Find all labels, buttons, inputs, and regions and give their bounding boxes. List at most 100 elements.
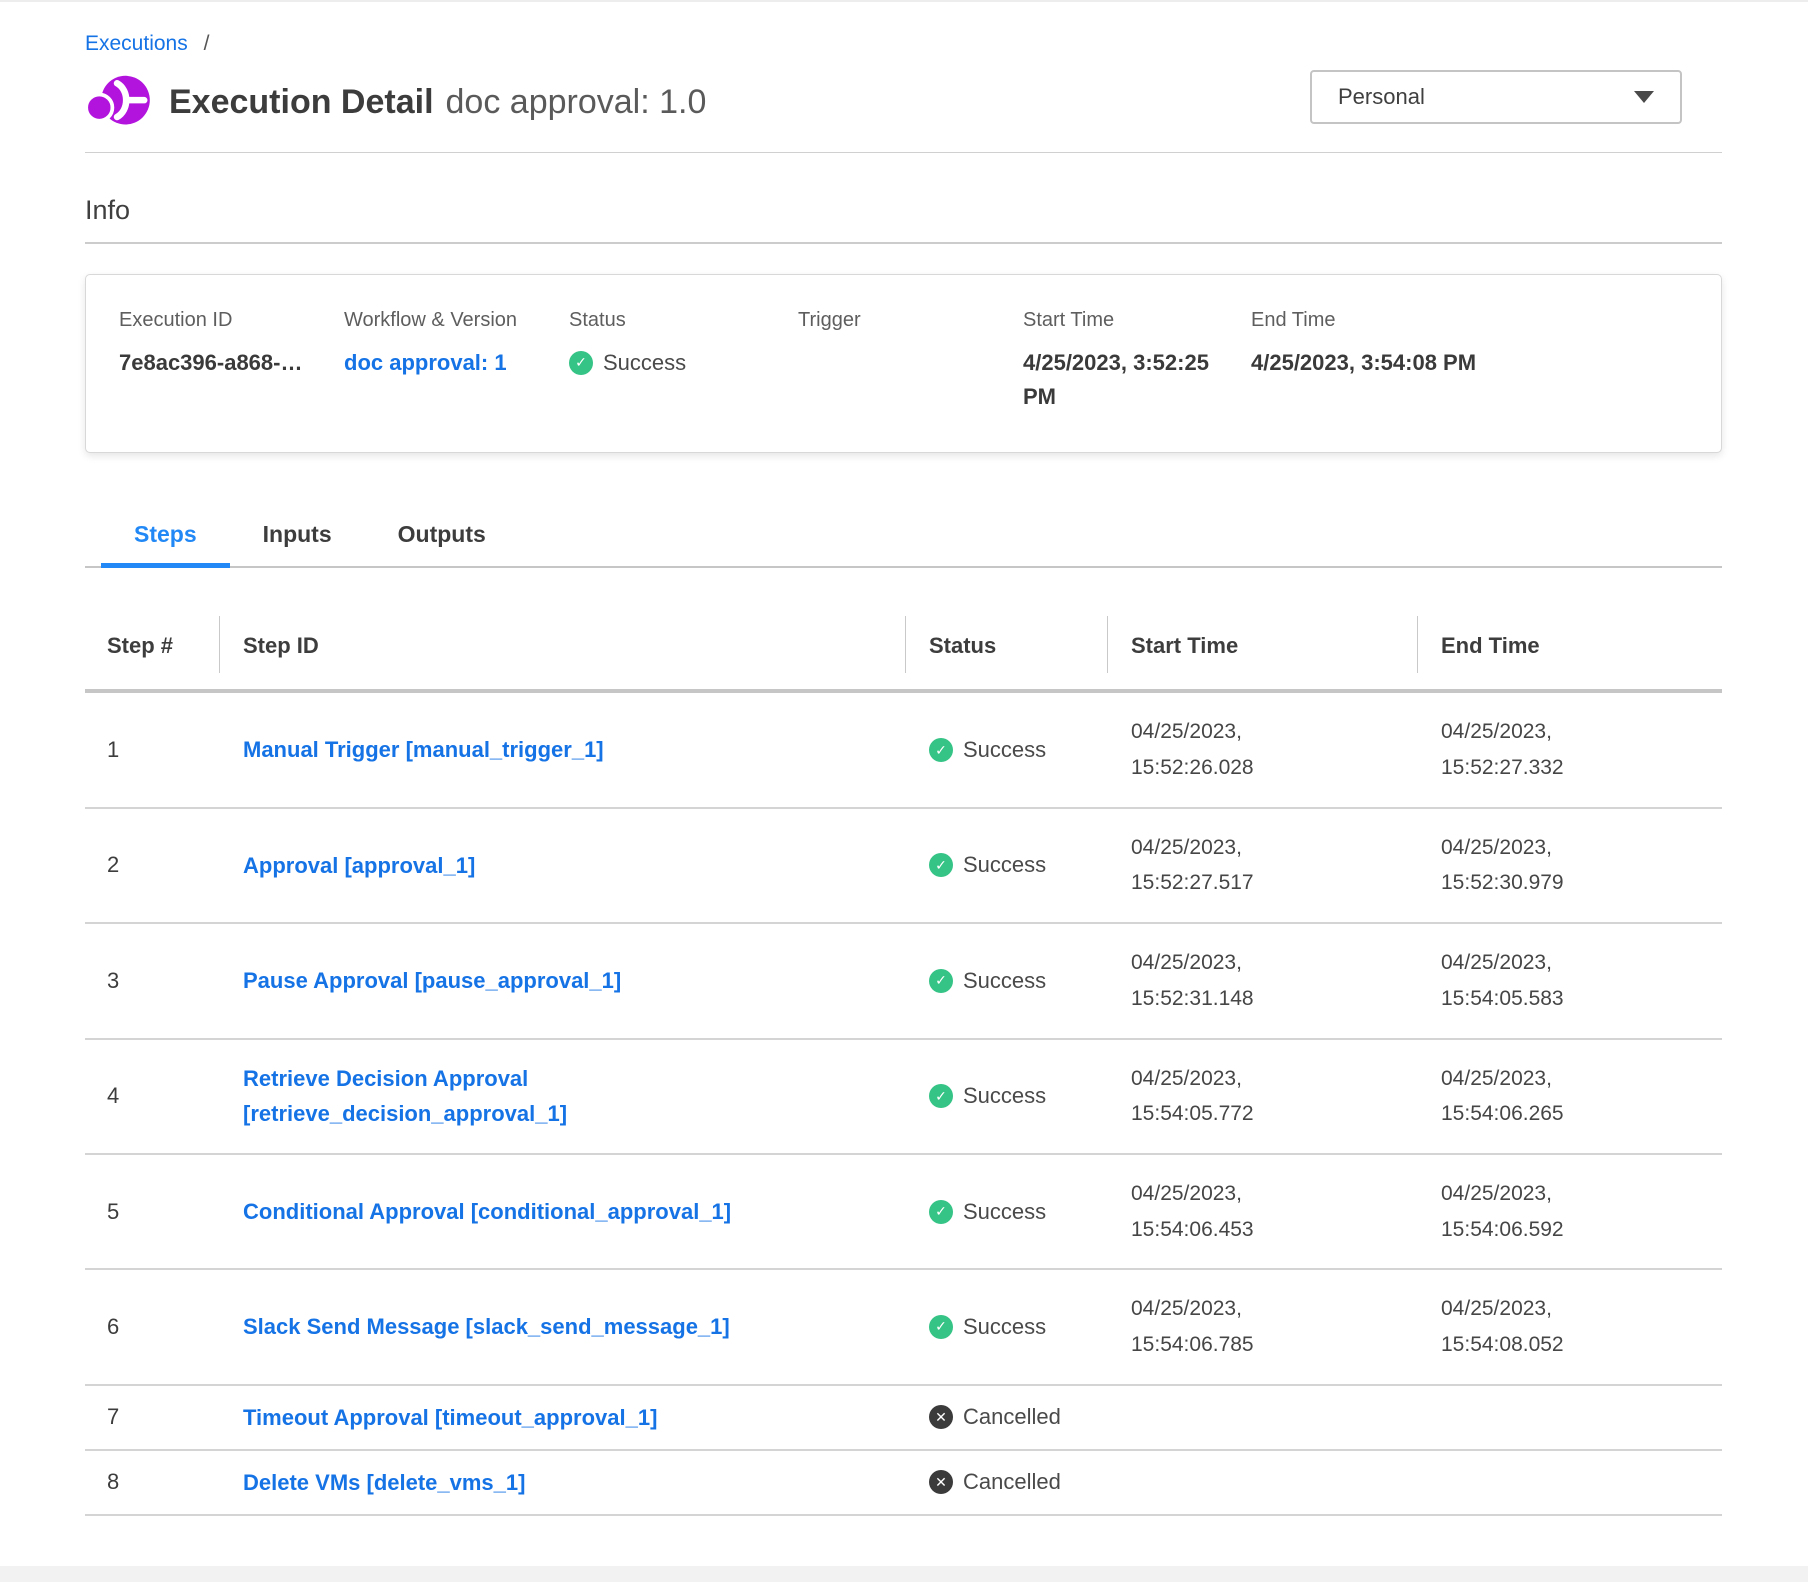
table-row: 7 Timeout Approval [timeout_approval_1] ✕C… — [85, 1386, 1722, 1451]
scope-dropdown[interactable]: Personal — [1310, 70, 1682, 124]
end-time: 15:54:06.592 — [1441, 1212, 1722, 1248]
step-id-cell: Retrieve Decision Approval [retrieve_dec… — [219, 1061, 905, 1131]
col-step-number: Step # — [85, 608, 219, 689]
info-card: Execution ID7e8ac396-a868-…Workflow & Ve… — [85, 274, 1722, 453]
col-step-id: Step ID — [219, 608, 905, 689]
step-status-label: Success — [963, 968, 1046, 994]
step-status: ✓Success — [929, 1083, 1107, 1109]
tab-inputs[interactable]: Inputs — [230, 509, 365, 568]
step-link[interactable]: Pause Approval [pause_approval_1] — [243, 963, 621, 998]
step-link[interactable]: Conditional Approval [conditional_approv… — [243, 1194, 731, 1229]
end-time: 15:54:06.265 — [1441, 1096, 1722, 1132]
steps-table: Step #Step IDStatusStart TimeEnd Time 1M… — [85, 608, 1722, 1516]
step-id-cell: Delete VMs [delete_vms_1] — [219, 1465, 905, 1500]
success-icon: ✓ — [929, 738, 953, 762]
start-date: 04/25/2023, — [1131, 1291, 1417, 1327]
step-status-label: Success — [963, 1199, 1046, 1225]
end-time: 15:54:08.052 — [1441, 1327, 1722, 1363]
breadcrumb-executions-link[interactable]: Executions — [85, 32, 188, 55]
step-id-cell: Pause Approval [pause_approval_1] — [219, 963, 905, 998]
table-row: 1 Manual Trigger [manual_trigger_1] ✓ Succe… — [85, 693, 1722, 808]
step-number: 7 — [85, 1404, 219, 1430]
start-time-cell: 04/25/2023,15:52:27.517 — [1107, 830, 1417, 901]
step-number: 3 — [85, 968, 219, 994]
breadcrumb: Executions / — [85, 32, 1722, 56]
info-field-value: 7e8ac396-a868-… — [119, 346, 320, 380]
step-status-label: Cancelled — [963, 1469, 1061, 1495]
step-number: 6 — [85, 1314, 219, 1340]
execution-status-label: Success — [603, 346, 686, 380]
tab-bar: StepsInputsOutputs — [85, 509, 1722, 568]
breadcrumb-separator: / — [204, 32, 210, 55]
main-content: Executions / Execution Detail doc approv… — [85, 2, 1722, 1516]
end-date: 04/25/2023, — [1441, 1176, 1722, 1212]
step-id-cell: Slack Send Message [slack_send_message_1… — [219, 1309, 905, 1344]
start-time: 15:52:27.517 — [1131, 865, 1417, 901]
start-time: 15:52:31.148 — [1131, 981, 1417, 1017]
start-date: 04/25/2023, — [1131, 830, 1417, 866]
success-icon: ✓ — [929, 853, 953, 877]
info-field: Status✓Success — [569, 309, 798, 414]
start-time: 15:54:06.453 — [1131, 1212, 1417, 1248]
step-status: ✓ Success — [929, 737, 1107, 763]
workflow-version-link[interactable]: doc approval: 1 — [344, 346, 545, 380]
step-link[interactable]: Timeout Approval [timeout_approval_1] — [243, 1400, 657, 1435]
status-cell: ✓Success — [905, 1083, 1107, 1109]
start-time-cell: 04/25/2023,15:52:31.148 — [1107, 945, 1417, 1016]
end-time-cell: 04/25/2023,15:52:27.332 — [1417, 714, 1722, 785]
end-time: 15:54:05.583 — [1441, 981, 1722, 1017]
step-number: 8 — [85, 1469, 219, 1495]
table-header: Step #Step IDStatusStart TimeEnd Time — [85, 608, 1722, 693]
page-bottom-strip — [0, 1566, 1808, 1582]
end-time: 15:52:30.979 — [1441, 865, 1722, 901]
step-link[interactable]: Retrieve Decision Approval [retrieve_dec… — [243, 1061, 845, 1131]
start-time-cell: 04/25/2023,15:52:26.028 — [1107, 714, 1417, 785]
table-row: 2Approval [approval_1]✓Success04/25/2023… — [85, 809, 1722, 924]
page-subtitle: doc approval: 1.0 — [446, 83, 707, 122]
step-number: 1 — [85, 737, 219, 763]
chevron-down-icon — [1634, 91, 1654, 103]
table-row: 3Pause Approval [pause_approval_1]✓Succe… — [85, 924, 1722, 1039]
table-row: 6 Slack Send Message [slack_send_message_… — [85, 1270, 1722, 1385]
info-field: End Time 4/25/2023, 3:54:08 PM — [1251, 309, 1721, 414]
info-field-label: Workflow & Version — [344, 309, 545, 332]
status-cell: ✓ Success — [905, 737, 1107, 763]
step-link[interactable]: Approval [approval_1] — [243, 848, 475, 883]
start-date: 04/25/2023, — [1131, 714, 1417, 750]
header-divider — [85, 152, 1722, 153]
start-time: 15:54:05.772 — [1131, 1096, 1417, 1132]
step-status: ✓Success — [929, 852, 1107, 878]
step-link[interactable]: Slack Send Message [slack_send_message_1… — [243, 1309, 730, 1344]
end-time-cell: 04/25/2023,15:54:06.265 — [1417, 1061, 1722, 1132]
step-status-label: Success — [963, 737, 1046, 763]
info-field: Trigger — [798, 309, 1023, 414]
end-time: 15:52:27.332 — [1441, 750, 1722, 786]
success-icon: ✓ — [569, 351, 593, 375]
tab-outputs[interactable]: Outputs — [365, 509, 519, 568]
status-cell: ✕Cancelled — [905, 1404, 1107, 1430]
status-cell: ✓Success — [905, 852, 1107, 878]
step-link[interactable]: Delete VMs [delete_vms_1] — [243, 1465, 525, 1500]
step-status: ✕Cancelled — [929, 1404, 1107, 1430]
start-date: 04/25/2023, — [1131, 1061, 1417, 1097]
step-status-label: Cancelled — [963, 1404, 1061, 1430]
success-icon: ✓ — [929, 1315, 953, 1339]
scope-dropdown-value: Personal — [1338, 84, 1425, 110]
step-number: 4 — [85, 1083, 219, 1109]
info-divider — [85, 242, 1722, 244]
table-row: 4 Retrieve Decision Approval [retrieve_de… — [85, 1040, 1722, 1155]
end-time-cell: 04/25/2023,15:54:05.583 — [1417, 945, 1722, 1016]
start-time: 15:52:26.028 — [1131, 750, 1417, 786]
status-cell: ✓Success — [905, 1314, 1107, 1340]
info-field-label: End Time — [1251, 309, 1697, 332]
info-field-label: Trigger — [798, 309, 999, 332]
end-date: 04/25/2023, — [1441, 714, 1722, 750]
tab-steps[interactable]: Steps — [101, 509, 230, 568]
success-icon: ✓ — [929, 1084, 953, 1108]
step-link[interactable]: Manual Trigger [manual_trigger_1] — [243, 732, 604, 767]
info-field-value: 4/25/2023, 3:54:08 PM — [1251, 346, 1697, 380]
start-time-cell: 04/25/2023,15:54:06.453 — [1107, 1176, 1417, 1247]
page-title: Execution Detail — [169, 83, 434, 122]
start-date: 04/25/2023, — [1131, 1176, 1417, 1212]
end-date: 04/25/2023, — [1441, 1061, 1722, 1097]
